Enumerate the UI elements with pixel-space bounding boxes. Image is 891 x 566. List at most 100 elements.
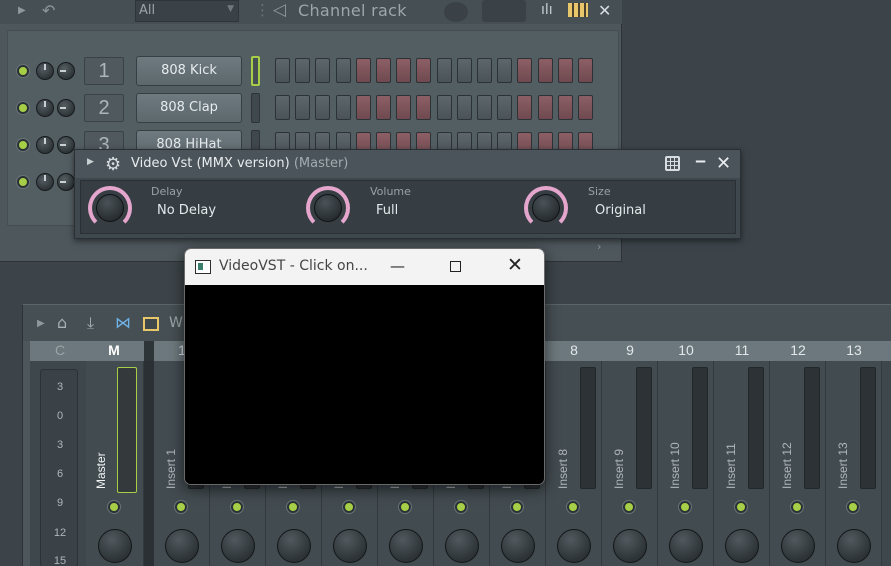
step-button[interactable] — [416, 58, 432, 83]
insert-enable-led[interactable] — [455, 501, 467, 513]
window-titlebar[interactable]: VideoVST - Click on... — ✕ — [185, 249, 544, 285]
delay-knob[interactable] — [88, 186, 132, 230]
volume-knob[interactable] — [306, 186, 350, 230]
step-button[interactable] — [355, 58, 371, 83]
speaker-icon[interactable]: ◁ — [273, 0, 286, 20]
channel-volume-knob[interactable] — [36, 62, 54, 80]
chevron-right-icon[interactable]: › — [597, 240, 601, 253]
insert-pan-knob[interactable] — [165, 529, 199, 563]
insert-pan-knob[interactable] — [389, 529, 423, 563]
channel-mixer-track[interactable]: 1 — [84, 57, 124, 85]
step-button[interactable] — [396, 95, 412, 120]
insert-pan-knob[interactable] — [445, 529, 479, 563]
insert-pan-knob[interactable] — [781, 529, 815, 563]
insert-pan-knob[interactable] — [613, 529, 647, 563]
insert-fader[interactable] — [692, 367, 708, 489]
master-enable-led[interactable] — [108, 501, 120, 513]
step-button[interactable] — [275, 58, 290, 83]
step-button[interactable] — [517, 58, 533, 83]
mouse-icon[interactable]: ⌂ — [57, 313, 67, 332]
maximize-button[interactable] — [450, 261, 461, 272]
master-strip[interactable]: Master — [86, 361, 144, 566]
step-button[interactable] — [275, 95, 290, 120]
insert-strip[interactable]: Insert 12 — [770, 361, 826, 566]
swing-slider[interactable] — [482, 0, 526, 22]
graph-icon[interactable]: ılı — [541, 2, 553, 18]
close-icon[interactable]: ✕ — [716, 153, 731, 174]
step-button[interactable] — [436, 58, 452, 83]
channel-pan-knob[interactable] — [57, 62, 75, 80]
channel-pan-knob[interactable] — [57, 99, 75, 117]
insert-fader[interactable] — [636, 367, 652, 489]
insert-fader[interactable] — [748, 367, 764, 489]
close-icon[interactable]: ✕ — [598, 1, 611, 20]
mixer-layout-icon[interactable] — [143, 317, 159, 331]
step-button[interactable] — [396, 58, 412, 83]
download-icon[interactable]: ⤓ — [87, 313, 94, 333]
insert-strip[interactable]: Insert 10 — [658, 361, 714, 566]
channel-select-indicator[interactable] — [251, 93, 260, 123]
insert-strip[interactable]: Insert 8 — [546, 361, 602, 566]
insert-strip[interactable]: Insert 13 — [826, 361, 882, 566]
insert-strip[interactable]: Insert 11 — [714, 361, 770, 566]
step-button[interactable] — [295, 95, 311, 120]
channel-select-indicator[interactable] — [251, 56, 260, 86]
insert-pan-knob[interactable] — [557, 529, 591, 563]
step-button[interactable] — [335, 58, 351, 83]
channel-mute-led[interactable] — [17, 176, 29, 188]
drag-handle-icon[interactable]: ⋮ — [255, 1, 270, 19]
insert-pan-knob[interactable] — [837, 529, 871, 563]
insert-pan-knob[interactable] — [221, 529, 255, 563]
channel-filter-dropdown[interactable]: All ▼ — [135, 0, 239, 22]
play-arrow-icon[interactable]: ▶ — [18, 5, 26, 16]
step-button[interactable] — [497, 95, 513, 120]
insert-fader[interactable] — [580, 367, 596, 489]
channel-mute-led[interactable] — [17, 139, 29, 151]
step-button[interactable] — [578, 95, 593, 120]
step-button[interactable] — [355, 95, 371, 120]
plugin-titlebar[interactable]: ▶ ⚙ Video Vst (MMX version) (Master) ‒ ✕ — [75, 150, 740, 178]
step-button[interactable] — [376, 95, 391, 120]
insert-fader[interactable] — [860, 367, 876, 489]
gear-icon[interactable]: ⚙ — [105, 154, 121, 175]
insert-enable-led[interactable] — [791, 501, 803, 513]
insert-enable-led[interactable] — [287, 501, 299, 513]
insert-enable-led[interactable] — [231, 501, 243, 513]
insert-enable-led[interactable] — [343, 501, 355, 513]
grid-icon[interactable] — [665, 156, 680, 171]
insert-enable-led[interactable] — [175, 501, 187, 513]
close-button[interactable]: ✕ — [507, 254, 523, 276]
channel-pan-knob[interactable] — [57, 173, 75, 191]
channel-name-button[interactable]: 808 Kick — [136, 56, 242, 86]
insert-enable-led[interactable] — [679, 501, 691, 513]
play-arrow-icon[interactable]: ▶ — [37, 318, 45, 329]
step-button[interactable] — [578, 58, 593, 83]
step-button[interactable] — [376, 58, 391, 83]
insert-strip[interactable]: Insert 9 — [602, 361, 658, 566]
step-button[interactable] — [557, 95, 573, 120]
insert-enable-led[interactable] — [511, 501, 523, 513]
insert-enable-led[interactable] — [735, 501, 747, 513]
step-button[interactable] — [477, 95, 492, 120]
insert-enable-led[interactable] — [399, 501, 411, 513]
master-pan-knob[interactable] — [98, 529, 132, 563]
knob-icon[interactable] — [444, 2, 468, 22]
channel-volume-knob[interactable] — [36, 99, 54, 117]
step-button[interactable] — [416, 95, 432, 120]
insert-enable-led[interactable] — [567, 501, 579, 513]
channel-volume-knob[interactable] — [36, 173, 54, 191]
step-button[interactable] — [295, 58, 311, 83]
step-button[interactable] — [456, 95, 472, 120]
play-arrow-icon[interactable]: ▶ — [87, 157, 94, 167]
step-button[interactable] — [315, 95, 331, 120]
channel-pan-knob[interactable] — [57, 136, 75, 154]
master-fader[interactable] — [117, 367, 137, 493]
channel-mixer-track[interactable]: 2 — [84, 94, 124, 122]
step-button[interactable] — [335, 95, 351, 120]
insert-enable-led[interactable] — [623, 501, 635, 513]
step-button[interactable] — [436, 95, 452, 120]
insert-pan-knob[interactable] — [669, 529, 703, 563]
channel-name-button[interactable]: 808 Clap — [136, 93, 242, 123]
minimize-icon[interactable]: ‒ — [695, 151, 706, 170]
minimize-button[interactable]: — — [390, 257, 405, 275]
